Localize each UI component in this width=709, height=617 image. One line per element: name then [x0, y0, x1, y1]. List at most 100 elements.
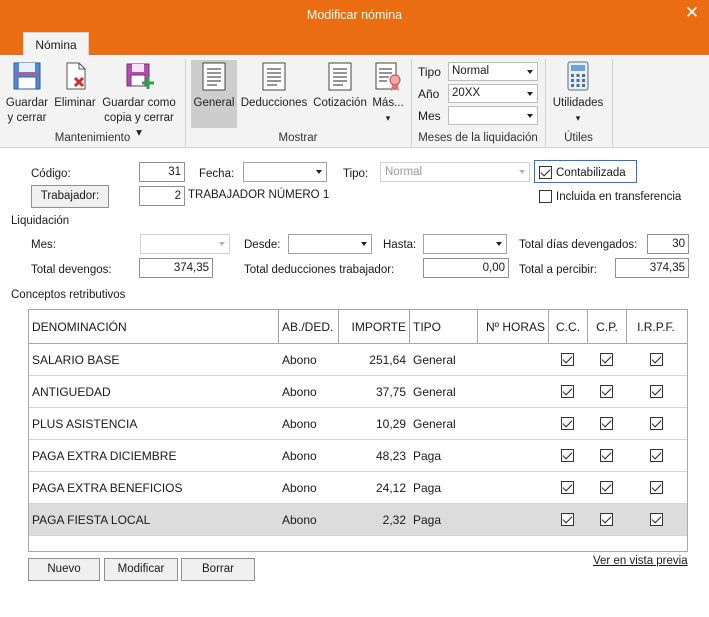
cc-checkbox[interactable]	[561, 353, 574, 366]
table-row-selected[interactable]: PAGA FIESTA LOCAL Abono 2,32 Paga	[29, 504, 687, 536]
desde-picker[interactable]	[288, 234, 372, 254]
view-deducciones-button[interactable]: Deducciones	[239, 60, 309, 111]
modificar-button[interactable]: Modificar	[104, 558, 178, 581]
total-dias-field[interactable]: 30	[647, 234, 689, 254]
cell-ab-ded: Abono	[282, 513, 317, 527]
fecha-picker[interactable]	[243, 162, 327, 182]
borrar-button[interactable]: Borrar	[181, 558, 255, 581]
save-close-icon	[13, 62, 41, 90]
group-label-mantenimiento: Mantenimiento	[54, 132, 131, 144]
tipo-form-select[interactable]: Normal	[380, 162, 530, 182]
cc-checkbox[interactable]	[561, 449, 574, 462]
cell-denominacion: ANTIGUEDAD	[32, 385, 111, 399]
table-row[interactable]: ANTIGUEDAD Abono 37,75 General	[29, 376, 687, 408]
contabilizada-checkbox[interactable]	[539, 166, 552, 179]
irpf-checkbox[interactable]	[650, 481, 663, 494]
total-deducciones-field[interactable]: 0,00	[423, 258, 509, 278]
cp-checkbox[interactable]	[600, 481, 613, 494]
column-header[interactable]: TIPO	[413, 310, 441, 343]
total-dias-label: Total días devengados:	[519, 239, 638, 251]
mes-form-select[interactable]	[140, 234, 230, 254]
group-label-meses: Meses de la liquidación	[418, 132, 538, 144]
cell-denominacion: SALARIO BASE	[32, 353, 120, 367]
fecha-label: Fecha:	[199, 168, 235, 180]
trabajador-button[interactable]: Trabajador:	[31, 185, 109, 208]
cell-ab-ded: Abono	[282, 385, 317, 399]
column-header[interactable]: IMPORTE	[342, 310, 406, 343]
cell-denominacion: PAGA EXTRA BENEFICIOS	[32, 481, 183, 495]
cp-checkbox[interactable]	[600, 353, 613, 366]
delete-icon	[66, 62, 86, 90]
cp-checkbox[interactable]	[600, 449, 613, 462]
save-copy-button[interactable]: Guardar como copia y cerrar ▾	[100, 60, 178, 141]
mes-form-label: Mes:	[31, 239, 56, 251]
incluida-checkbox[interactable]	[539, 190, 552, 203]
cell-importe: 251,64	[369, 353, 406, 367]
mes-select[interactable]	[448, 106, 538, 125]
close-icon[interactable]: ✕	[683, 3, 701, 23]
save-close-button[interactable]: Guardar y cerrar	[3, 60, 51, 126]
utilidades-button[interactable]: Utilidades ▾	[550, 60, 606, 126]
grid-header: DENOMINACIÓN AB./DED. IMPORTE TIPO Nº HO…	[29, 310, 687, 344]
codigo-field[interactable]: 31	[139, 162, 185, 182]
trabajador-code-field[interactable]: 2	[139, 186, 185, 206]
cell-ab-ded: Abono	[282, 481, 317, 495]
cell-tipo: General	[413, 417, 456, 431]
irpf-checkbox[interactable]	[650, 449, 663, 462]
tab-nomina[interactable]: Nómina	[23, 32, 89, 55]
cell-importe: 37,75	[375, 385, 406, 399]
column-header[interactable]: C.C.	[549, 310, 587, 343]
trabajador-name: TRABAJADOR NÚMERO 1	[188, 189, 330, 201]
cell-ab-ded: Abono	[282, 353, 317, 367]
delete-button[interactable]: Eliminar	[53, 60, 97, 111]
hasta-picker[interactable]	[423, 234, 507, 254]
window-title: Modificar nómina	[306, 8, 403, 22]
cell-importe: 10,29	[375, 417, 406, 431]
cp-checkbox[interactable]	[600, 385, 613, 398]
irpf-checkbox[interactable]	[650, 513, 663, 526]
anio-label: Año	[418, 87, 440, 101]
chevron-down-icon	[527, 114, 533, 118]
irpf-checkbox[interactable]	[650, 353, 663, 366]
view-general-button[interactable]: General	[191, 60, 237, 128]
tipo-select[interactable]: Normal	[448, 62, 538, 81]
total-percibir-field[interactable]: 374,35	[615, 258, 689, 278]
codigo-label: Código:	[31, 168, 71, 180]
table-row[interactable]: SALARIO BASE Abono 251,64 General	[29, 344, 687, 376]
total-deducciones-label: Total deducciones trabajador:	[244, 264, 395, 276]
cell-tipo: Paga	[413, 449, 442, 463]
total-devengos-field[interactable]: 374,35	[139, 258, 213, 278]
cp-checkbox[interactable]	[600, 417, 613, 430]
liquidacion-title: Liquidación	[11, 215, 70, 227]
cp-checkbox[interactable]	[600, 513, 613, 526]
column-header[interactable]: C.P.	[588, 310, 626, 343]
cc-checkbox[interactable]	[561, 417, 574, 430]
cell-tipo: General	[413, 385, 456, 399]
total-devengos-label: Total devengos:	[31, 264, 112, 276]
column-header[interactable]: I.R.P.F.	[627, 310, 685, 343]
vista-previa-link[interactable]: Ver en vista previa	[593, 555, 688, 567]
anio-select[interactable]: 20XX	[448, 84, 538, 103]
table-row[interactable]: PLUS ASISTENCIA Abono 10,29 General	[29, 408, 687, 440]
cc-checkbox[interactable]	[561, 385, 574, 398]
tipo-label: Tipo	[418, 65, 441, 79]
column-header[interactable]: DENOMINACIÓN	[32, 310, 127, 343]
chevron-down-icon	[527, 70, 533, 74]
table-row[interactable]: PAGA EXTRA DICIEMBRE Abono 48,23 Paga	[29, 440, 687, 472]
cell-tipo: Paga	[413, 513, 442, 527]
column-header[interactable]: AB./DED.	[282, 310, 333, 343]
view-cotizacion-button[interactable]: Cotización	[311, 60, 369, 111]
chevron-down-icon	[519, 170, 525, 174]
column-header[interactable]: Nº HORAS	[479, 310, 545, 343]
table-row[interactable]: PAGA EXTRA BENEFICIOS Abono 24,12 Paga	[29, 472, 687, 504]
conceptos-title: Conceptos retributivos	[11, 289, 126, 301]
chevron-down-icon	[527, 92, 533, 96]
irpf-checkbox[interactable]	[650, 385, 663, 398]
save-copy-icon	[126, 63, 154, 89]
cc-checkbox[interactable]	[561, 513, 574, 526]
view-mas-button[interactable]: Más... ▾	[371, 60, 405, 126]
cell-denominacion: PAGA FIESTA LOCAL	[32, 513, 151, 527]
cc-checkbox[interactable]	[561, 481, 574, 494]
nuevo-button[interactable]: Nuevo	[28, 558, 100, 581]
irpf-checkbox[interactable]	[650, 417, 663, 430]
